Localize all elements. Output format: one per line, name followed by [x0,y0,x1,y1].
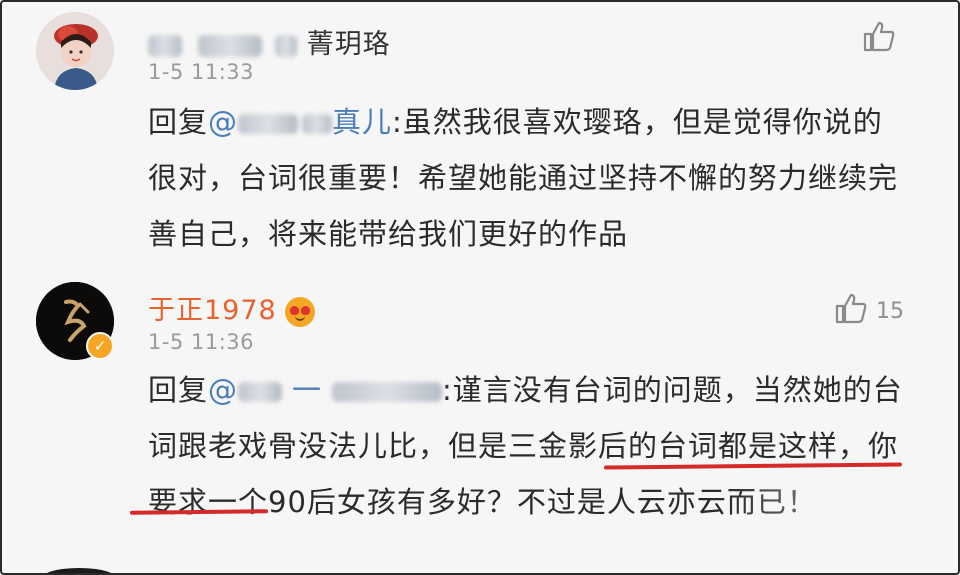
comment-body: 回复@ 真儿:虽然我很喜欢璎珞，但是觉得你说的很对，台词很重要！希望她能通过坚持不… [148,94,908,262]
redacted-mention [302,114,333,134]
username[interactable]: 于正1978 [148,288,315,327]
emoji-icon [284,296,315,327]
username[interactable]: 菁玥珞 [148,22,391,61]
timestamp: 1-5 11:33 [148,60,254,84]
username-visible: 菁玥珞 [306,29,391,60]
username-text: 于正1978 [148,295,277,326]
like-count: 15 [876,298,904,324]
thumbs-up-icon [862,20,896,58]
redacted-name-part [148,34,182,57]
screenshot-frame: 菁玥珞 1-5 11:33 回复@ 真儿:虽然我很喜欢璎珞，但是觉得你说的很对，台… [0,0,960,575]
reply-prefix: 回复 [148,373,209,407]
redacted-name-part [275,34,298,57]
avatar[interactable] [36,12,114,90]
edge-fade [728,482,958,552]
timestamp: 1-5 11:36 [148,330,254,354]
redacted-mention [332,382,443,402]
comment-item: 菁玥珞 1-5 11:33 回复@ 真儿:虽然我很喜欢璎珞，但是觉得你说的很对，台… [2,2,958,272]
redacted-mention [238,382,283,402]
reply-prefix: 回复 [148,105,209,139]
like-button[interactable]: 15 [834,292,904,330]
thumbs-up-icon [834,292,868,330]
mention-link[interactable]: @ 真儿 [208,105,392,139]
verified-badge-icon: ✓ [86,332,114,360]
like-button[interactable] [862,20,904,58]
redacted-mention [238,114,299,134]
redacted-name-part [197,34,262,57]
mention-link[interactable]: @ 一 [208,373,443,407]
